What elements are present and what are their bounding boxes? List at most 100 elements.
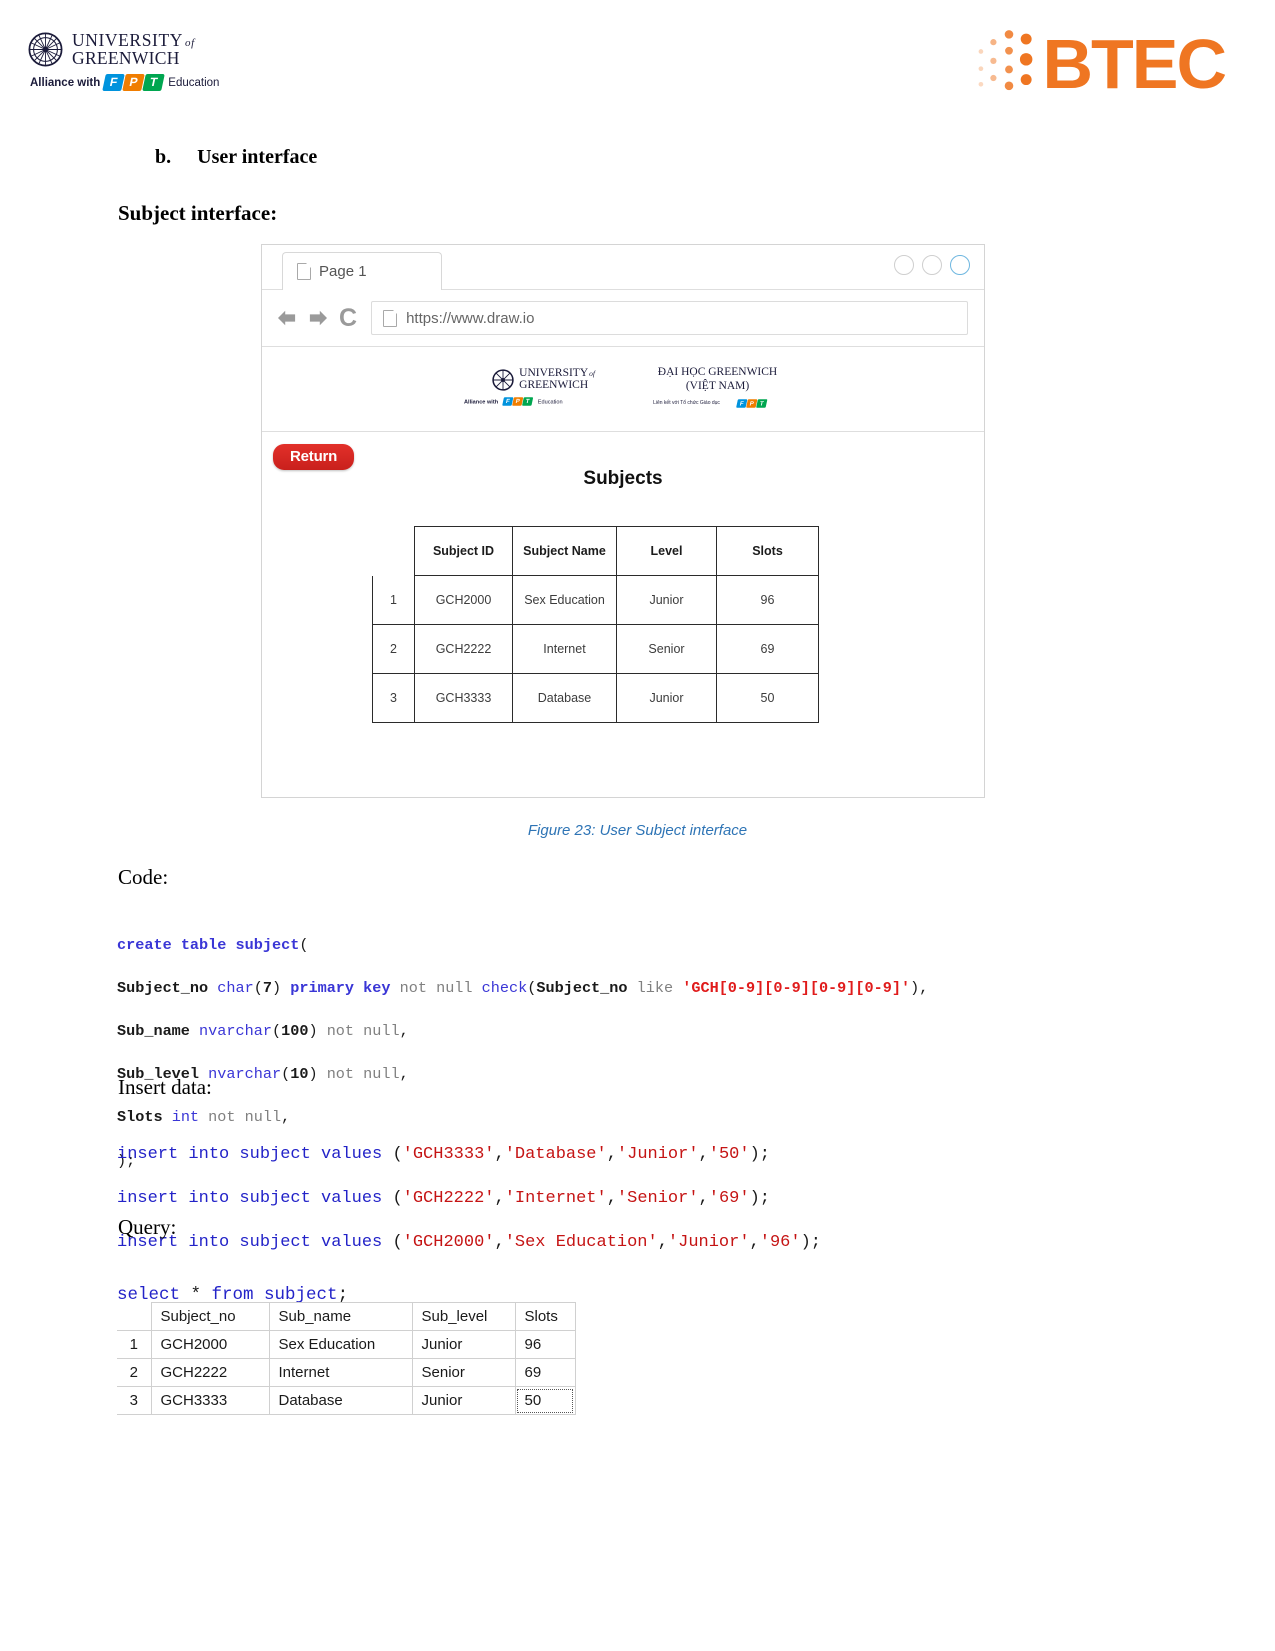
comma: ,	[698, 1189, 709, 1208]
p-open: (	[382, 1145, 403, 1164]
window-controls	[894, 255, 970, 275]
result-cell-subject-no[interactable]: GCH2000	[150, 1330, 270, 1359]
result-row-index: 1	[117, 1330, 152, 1359]
insert-value-slots: '69'	[708, 1189, 750, 1208]
btec-wordmark: BTEC	[1042, 25, 1227, 103]
insert-value-level: 'Senior'	[616, 1189, 699, 1208]
result-cell-sub-level[interactable]: Senior	[411, 1358, 516, 1387]
section-heading: b. User interface	[155, 146, 1275, 169]
cell-level: Junior	[616, 673, 717, 723]
result-cell-sub-level[interactable]: Junior	[411, 1330, 516, 1359]
insert-value-level: 'Junior'	[667, 1233, 750, 1252]
insert-line: insert into subject values ('GCH2222','I…	[117, 1188, 821, 1210]
pattern-string: 'GCH[0-9][0-9][0-9][0-9]'	[682, 978, 911, 997]
result-cell-sub-name[interactable]: Database	[268, 1386, 413, 1415]
paren-open: (	[299, 935, 309, 954]
maximize-circle-icon[interactable]	[922, 255, 942, 275]
mock-page-content: Return Subjects Subject ID Subject Name …	[262, 432, 984, 795]
result-cell-sub-name[interactable]: Internet	[268, 1358, 413, 1387]
kw-create: create	[117, 935, 172, 954]
insert-kw: insert into subject values	[117, 1189, 383, 1208]
fpt-alliance-mark: Alliance with F P T Education	[30, 74, 219, 91]
browser-url-bar: C https://www.draw.io	[262, 290, 984, 347]
insert-value-level: 'Junior'	[616, 1145, 699, 1164]
result-cell-sub-level[interactable]: Junior	[411, 1386, 516, 1415]
size-7: 7	[262, 978, 272, 997]
code-line-1: create table subject(	[117, 935, 928, 957]
table-corner-cell	[373, 527, 415, 576]
table-row: 1 GCH2000 Sex Education Junior 96	[117, 1330, 576, 1359]
p-close: )	[308, 1021, 318, 1040]
minimize-circle-icon[interactable]	[894, 255, 914, 275]
cell-subject-id: GCH3333	[414, 673, 513, 723]
result-cell-slots-selected[interactable]: 50	[514, 1386, 576, 1415]
section-letter: b.	[155, 146, 172, 168]
insert-value-name: 'Database'	[504, 1145, 607, 1164]
code-label: Code:	[118, 865, 169, 889]
comma: ,	[606, 1189, 617, 1208]
code-line-3: Sub_name nvarchar(100) not null,	[117, 1021, 928, 1043]
type-char: char	[217, 978, 254, 997]
kw-primary-key: primary key	[290, 978, 391, 997]
table-row: 2 GCH2222 Internet Senior 69	[372, 624, 819, 674]
close-circle-icon[interactable]	[950, 255, 970, 275]
banner-vn-line2: (VIỆT NAM)	[685, 379, 750, 392]
result-cell-sub-name[interactable]: Sex Education	[268, 1330, 413, 1359]
browser-tab-page1[interactable]: Page 1	[282, 252, 442, 290]
banner-uog-line1: UNIVERSITY	[519, 366, 589, 379]
insert-value-slots: '50'	[708, 1145, 750, 1164]
back-arrow-icon[interactable]	[276, 309, 298, 327]
cell-slots: 50	[716, 673, 819, 723]
comma: ,	[399, 1021, 409, 1040]
cell-subject-name: Internet	[512, 624, 617, 674]
reload-icon[interactable]: C	[339, 305, 357, 331]
url-text: https://www.draw.io	[406, 309, 535, 327]
banner-fpt-t: T	[522, 397, 534, 406]
check-open: (	[527, 978, 537, 997]
page-header: UNIVERSITY of GREENWICH Alliance with F …	[0, 0, 1275, 130]
forward-arrow-icon[interactable]	[307, 309, 329, 327]
row-index: 2	[372, 624, 415, 674]
document-icon	[297, 262, 312, 280]
kw-check: check	[481, 978, 528, 997]
banner-alliance-suffix: Education	[537, 398, 563, 405]
col-subject-no-2: Subject_no	[536, 978, 628, 997]
p-close: )	[308, 1065, 318, 1084]
row-index: 1	[372, 575, 415, 625]
url-input[interactable]: https://www.draw.io	[371, 301, 968, 335]
result-row-index: 2	[117, 1358, 152, 1387]
uog-of: of	[185, 37, 195, 49]
col-sub-name: Sub_name	[117, 1021, 190, 1040]
uog-line1: UNIVERSITY	[72, 30, 183, 50]
browser-mockup: Page 1 C https://www.draw.io UNIVERSITY …	[261, 244, 985, 798]
figure-caption: Figure 23: User Subject interface	[527, 822, 748, 839]
column-header-slots: Slots	[716, 526, 819, 576]
comma: ,	[749, 1233, 760, 1252]
section-title: User interface	[197, 146, 318, 168]
subsection-heading: Subject interface:	[118, 201, 278, 225]
cell-level: Junior	[616, 575, 717, 625]
fpt-logo: F P T	[102, 74, 166, 91]
cell-subject-id: GCH2222	[414, 624, 513, 674]
type-nvarchar: nvarchar	[199, 1021, 272, 1040]
insert-value-id: 'GCH3333'	[402, 1145, 495, 1164]
p-close: );	[749, 1145, 770, 1164]
p-open: (	[253, 978, 263, 997]
result-cell-slots[interactable]: 96	[514, 1330, 576, 1359]
kw-like: like	[636, 978, 674, 997]
kw-not-null: not null	[326, 1065, 400, 1084]
cell-slots: 96	[716, 575, 819, 625]
insert-value-name: 'Internet'	[504, 1189, 607, 1208]
insert-value-slots: '96'	[759, 1233, 801, 1252]
kw-not-null: not null	[326, 1021, 400, 1040]
tab-label: Page 1	[319, 263, 367, 280]
type-nvarchar: nvarchar	[208, 1065, 282, 1084]
comma: ,	[494, 1145, 505, 1164]
result-cell-slots[interactable]: 69	[514, 1358, 576, 1387]
size-100: 100	[281, 1021, 309, 1040]
result-cell-subject-no[interactable]: GCH2222	[150, 1358, 270, 1387]
p-open: (	[271, 1021, 282, 1040]
return-button[interactable]: Return	[273, 444, 355, 470]
result-cell-subject-no[interactable]: GCH3333	[150, 1386, 270, 1415]
insert-value-id: 'GCH2222'	[402, 1189, 495, 1208]
